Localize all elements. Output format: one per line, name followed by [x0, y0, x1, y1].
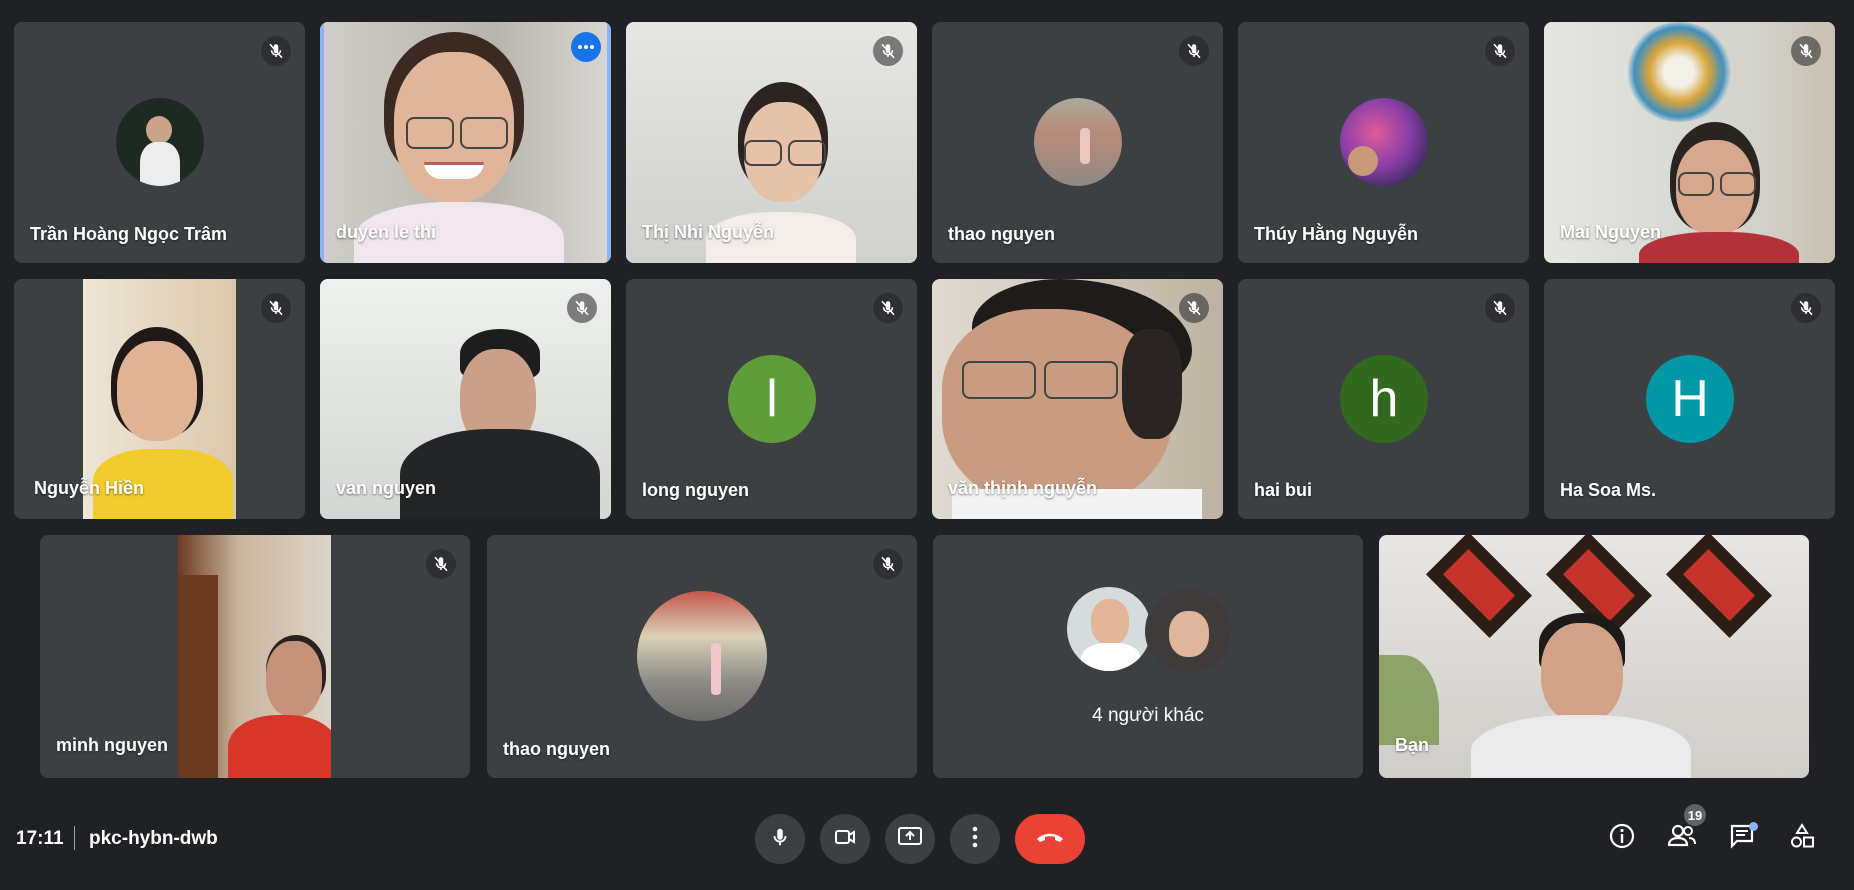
camera-icon	[833, 825, 857, 854]
participant-tile-active-speaker[interactable]: duyen le thi	[320, 22, 611, 263]
info-icon	[1608, 822, 1636, 855]
participant-name: Mai Nguyen	[1560, 222, 1662, 242]
participant-tile[interactable]: H Ha Soa Ms.	[1544, 279, 1835, 519]
more-options-button[interactable]	[950, 814, 1000, 864]
people-button[interactable]: 19	[1660, 804, 1706, 860]
participant-name: hai bui	[1254, 480, 1312, 500]
muted-mic-icon	[567, 293, 597, 323]
muted-mic-icon	[426, 549, 456, 579]
participant-tile[interactable]: văn thịnh nguyễn	[932, 279, 1223, 519]
participant-avatar	[116, 98, 204, 186]
muted-mic-icon	[1485, 293, 1515, 323]
muted-mic-icon	[873, 293, 903, 323]
others-count-label: 4 người khác	[1092, 705, 1204, 726]
participant-name: duyen le thi	[336, 222, 437, 242]
self-video	[1379, 535, 1809, 778]
divider	[74, 826, 75, 850]
present-screen-icon	[897, 825, 923, 854]
muted-mic-icon	[261, 36, 291, 66]
other-participant-avatar	[1067, 587, 1151, 671]
participant-tile[interactable]: Mai Nguyen	[1544, 22, 1835, 263]
muted-mic-icon	[1791, 293, 1821, 323]
participant-name: Thúy Hằng Nguyễn	[1254, 224, 1419, 244]
participant-name: Trần Hoàng Ngọc Trâm	[30, 224, 228, 244]
muted-mic-icon	[1179, 36, 1209, 66]
participant-name: thao nguyen	[503, 739, 610, 759]
participant-tile[interactable]: Nguyễn Hiền	[14, 279, 305, 519]
self-view-tile[interactable]: Bạn	[1379, 535, 1809, 778]
muted-mic-icon	[261, 293, 291, 323]
present-screen-button[interactable]	[885, 814, 935, 864]
leave-call-button[interactable]	[1015, 814, 1085, 864]
chat-button[interactable]	[1720, 816, 1764, 860]
clock-time: 17:11	[16, 828, 64, 849]
chat-notification-dot	[1749, 822, 1758, 831]
muted-mic-icon	[873, 549, 903, 579]
participant-count-badge: 19	[1684, 804, 1706, 826]
participant-name: long nguyen	[642, 480, 749, 500]
muted-mic-icon	[873, 36, 903, 66]
people-icon	[1667, 823, 1697, 854]
participant-tile[interactable]: van nguyen	[320, 279, 611, 519]
participant-tile[interactable]: l long nguyen	[626, 279, 917, 519]
participant-name: Thị Nhi Nguyễn	[642, 222, 774, 242]
camera-button[interactable]	[820, 814, 870, 864]
participant-avatar	[1034, 98, 1122, 186]
participant-avatar	[637, 591, 767, 721]
participant-name: văn thịnh nguyễn	[948, 478, 1098, 498]
muted-mic-icon	[1179, 293, 1209, 323]
more-vertical-icon	[972, 826, 978, 853]
microphone-button[interactable]	[755, 814, 805, 864]
participant-avatar	[1340, 98, 1428, 186]
participant-name: thao nguyen	[948, 224, 1055, 244]
microphone-icon	[769, 826, 791, 853]
participant-video	[178, 535, 331, 778]
meeting-code: pkc-hybn-dwb	[89, 828, 218, 849]
activities-button[interactable]	[1780, 816, 1824, 860]
participant-name: Bạn	[1395, 735, 1430, 755]
participant-tile[interactable]: thao nguyen	[932, 22, 1223, 263]
participant-tile[interactable]: Thị Nhi Nguyễn	[626, 22, 917, 263]
participant-name: Ha Soa Ms.	[1560, 480, 1657, 500]
shapes-icon	[1788, 822, 1816, 855]
participant-tile[interactable]: thao nguyen	[487, 535, 917, 778]
meeting-details-button[interactable]	[1600, 816, 1644, 860]
participant-initial-avatar: H	[1646, 355, 1734, 443]
muted-mic-icon	[1791, 36, 1821, 66]
participant-name: minh nguyen	[56, 735, 168, 755]
muted-mic-icon	[1485, 36, 1515, 66]
participant-tile[interactable]: h hai bui	[1238, 279, 1529, 519]
participant-initial-avatar: h	[1340, 355, 1428, 443]
other-participant-avatar	[1145, 587, 1233, 675]
end-call-icon	[1035, 830, 1065, 849]
participant-name: Nguyễn Hiền	[34, 478, 145, 498]
more-options-icon[interactable]	[571, 32, 601, 62]
participant-initial-avatar: l	[728, 355, 816, 443]
participant-name: van nguyen	[336, 478, 437, 498]
bottom-control-bar: 17:11 pkc-hybn-dwb 19	[0, 800, 1854, 880]
participant-tile[interactable]: minh nguyen	[40, 535, 470, 778]
participant-tile[interactable]: Thúy Hằng Nguyễn	[1238, 22, 1529, 263]
participant-tile[interactable]: Trần Hoàng Ngọc Trâm	[14, 22, 305, 263]
others-tile[interactable]: 4 người khác	[933, 535, 1363, 778]
